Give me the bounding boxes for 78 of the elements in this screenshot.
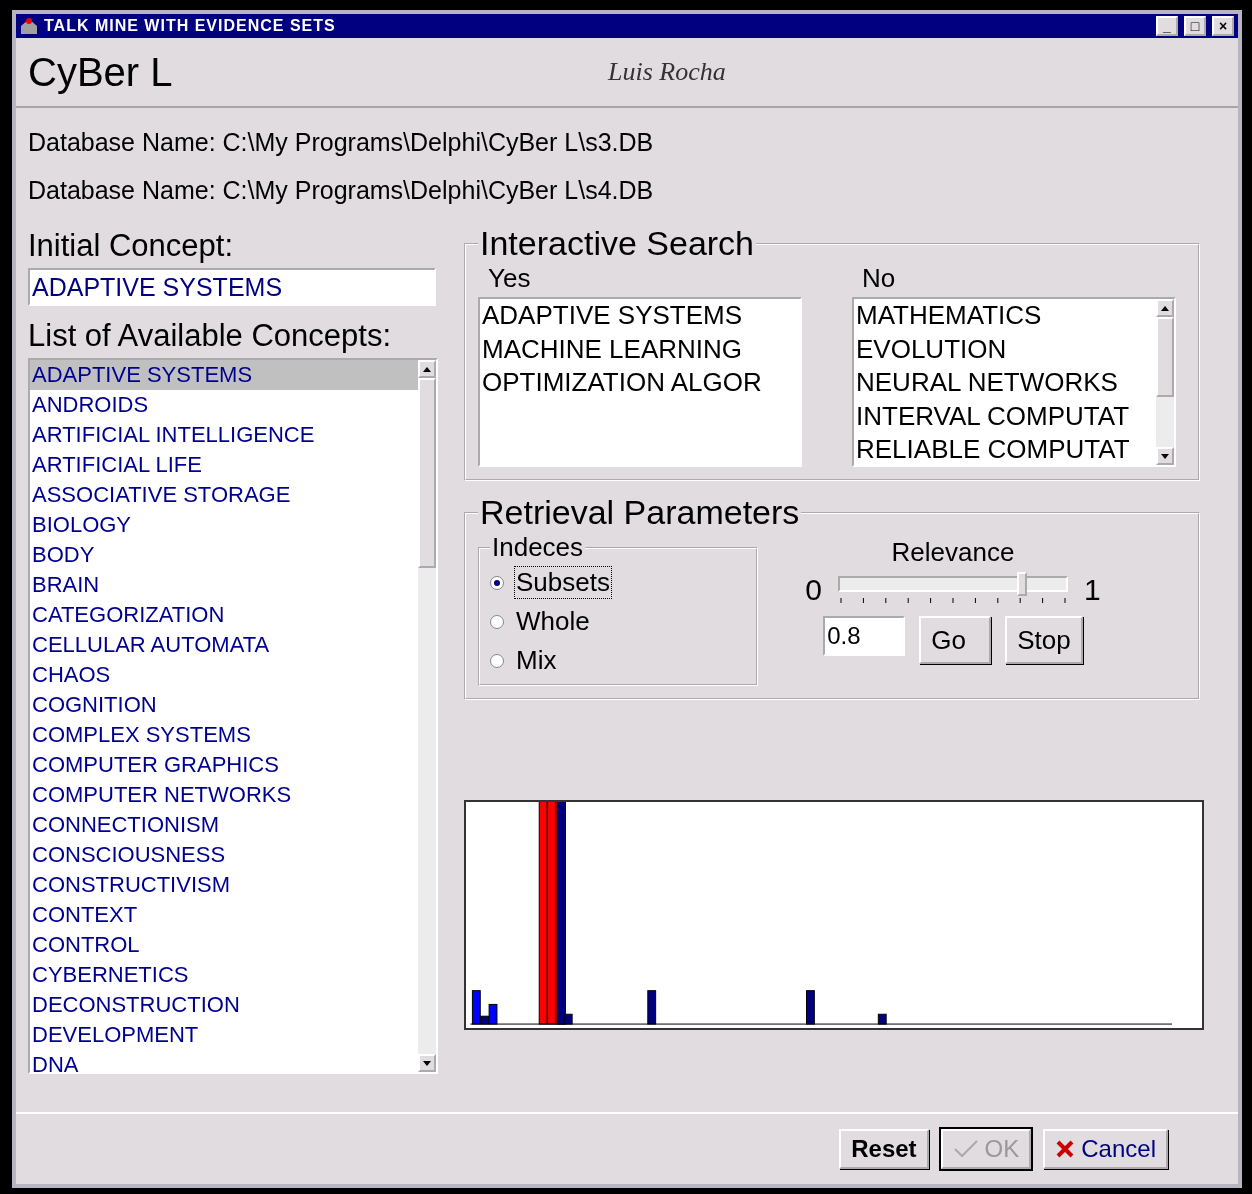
histogram-bar [647,990,657,1025]
app-name: CyBer L [28,49,174,95]
concept-list-item[interactable]: CONSCIOUSNESS [30,840,418,870]
slider-thumb[interactable] [1017,572,1027,596]
concept-list-item[interactable]: CHAOS [30,660,418,690]
no-list[interactable]: MATHEMATICS EVOLUTION NEURAL NETWORKS INTERVAL COMPUTAT RELIABLE COMPUTAT [852,297,1176,467]
radio-label[interactable]: Whole [514,605,592,638]
concept-list-item[interactable]: DECONSTRUCTION [30,990,418,1020]
list-item[interactable]: NEURAL NETWORKS [856,366,1156,400]
cancel-button[interactable]: Cancel [1043,1129,1168,1169]
concept-list-item[interactable]: CONNECTIONISM [30,810,418,840]
concept-list-item[interactable]: ASSOCIATIVE STORAGE [30,480,418,510]
scroll-up-icon[interactable] [423,366,431,372]
yes-list[interactable]: ADAPTIVE SYSTEMS MACHINE LEARNING OPTIMIZATION ALGOR [478,297,802,467]
group-title: Indeces [491,532,585,563]
slider-min-label: 0 [805,573,822,607]
database-path: Database Name: C:\My Programs\Delphi\CyBer L\s3.DB [28,127,655,158]
histogram-bar [806,990,815,1025]
close-icon [1055,1139,1076,1159]
check-icon [952,1139,979,1159]
slider-max-label: 1 [1084,573,1101,607]
reset-button[interactable]: Reset [839,1129,929,1169]
list-item[interactable]: RELIABLE COMPUTAT [856,433,1156,465]
list-item[interactable]: OPTIMIZATION ALGOR [482,366,800,400]
window-title: TALK MINE WITH EVIDENCE SETS [44,17,337,35]
concept-list-item[interactable]: CONTROL [30,930,418,960]
window-control-button[interactable]: □ [1184,16,1206,36]
radio-button[interactable] [490,575,504,590]
concept-list-item[interactable]: BIOLOGY [30,510,418,540]
list-item[interactable]: EVOLUTION [856,332,1156,366]
group-title: Retrieval Parameters [479,493,801,532]
concept-list-item[interactable]: ANDROIDS [30,390,418,420]
scroll-down-icon[interactable] [423,1060,431,1066]
concept-list-item[interactable]: DNA [30,1050,418,1072]
group-title: Interactive Search [479,224,756,263]
concept-list-item[interactable]: ARTIFICIAL LIFE [30,450,418,480]
radio-button[interactable] [490,614,504,629]
list-item[interactable]: INTERVAL COMPUTAT [856,399,1156,433]
action-button[interactable]: Stop [1005,616,1083,664]
radio-label[interactable]: Subsets [514,566,612,599]
concept-list-item[interactable]: CONTEXT [30,900,418,930]
author-name: Luis Rocha [608,57,726,87]
concept-list-item[interactable]: BRAIN [30,570,418,600]
database-path: Database Name: C:\My Programs\Delphi\CyBer L\s4.DB [28,175,655,206]
list-item[interactable]: ADAPTIVE SYSTEMS [482,299,800,333]
concept-list-item[interactable]: ADAPTIVE SYSTEMS [30,360,418,390]
concept-list-item[interactable]: CYBERNETICS [30,960,418,990]
concept-list-item[interactable]: DEVELOPMENT [30,1020,418,1050]
radio-label[interactable]: Mix [514,644,559,677]
concept-list-item[interactable]: COMPUTER GRAPHICS [30,750,418,780]
concept-list-item[interactable]: COMPLEX SYSTEMS [30,720,418,750]
house-icon [20,17,38,35]
scroll-down-icon[interactable] [1161,453,1169,459]
window-control-button[interactable]: _ [1156,16,1178,36]
scrollbar[interactable] [1156,299,1174,465]
list-item[interactable]: MATHEMATICS [856,299,1156,333]
concept-list-item[interactable]: CELLULAR AUTOMATA [30,630,418,660]
column-label: Yes [487,263,532,295]
initial-concept-label: Initial Concept: [28,227,235,265]
concept-list-item[interactable]: COMPUTER NETWORKS [30,780,418,810]
histogram-bar [877,1013,887,1025]
concept-list[interactable] [28,358,438,1074]
initial-concept-field[interactable]: ADAPTIVE SYSTEMS [28,268,436,306]
concept-list-item[interactable]: BODY [30,540,418,570]
list-item[interactable]: MACHINE LEARNING [482,332,800,366]
window-control-button[interactable]: × [1212,16,1234,36]
column-label: No [861,263,897,295]
scroll-up-icon[interactable] [1161,305,1169,311]
concept-list-item[interactable]: CATEGORIZATION [30,600,418,630]
concept-list-item[interactable]: COGNITION [30,690,418,720]
radio-button[interactable] [490,653,504,668]
action-button[interactable]: Go [919,616,992,664]
scrollbar[interactable] [418,360,436,1072]
concepts-label: List of Available Concepts: [28,317,393,355]
concept-list-item[interactable]: CONSTRUCTIVISM [30,870,418,900]
concept-list-item[interactable]: ARTIFICIAL INTELLIGENCE [30,420,418,450]
relevance-label: Relevance [891,536,1015,569]
relevance-value-field[interactable]: 0.8 [823,616,906,656]
